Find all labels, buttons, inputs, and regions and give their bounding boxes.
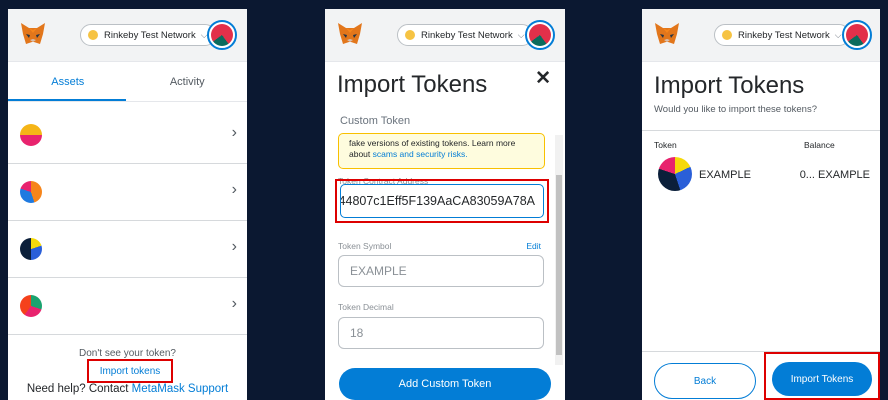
metamask-fox-icon xyxy=(338,23,362,44)
network-status-dot xyxy=(405,30,415,40)
account-avatar[interactable] xyxy=(842,20,872,50)
page-title: Import Tokens xyxy=(337,71,488,98)
token-icon-navy xyxy=(20,238,42,260)
page-title: Import Tokens xyxy=(654,72,805,99)
token-row[interactable]: › xyxy=(8,221,247,278)
scrollbar-thumb[interactable] xyxy=(556,175,562,355)
network-selector[interactable]: Rinkeby Test Network ⌵ xyxy=(397,24,533,46)
active-tab-indicator xyxy=(8,99,126,101)
dont-see-token-text: Don't see your token? xyxy=(79,348,176,359)
network-selector[interactable]: Rinkeby Test Network ⌵ xyxy=(80,24,216,46)
app-header: Rinkeby Test Network ⌵ xyxy=(8,9,247,62)
network-status-dot xyxy=(88,30,98,40)
address-highlight: i4544807c1Eff5F139AaCA83059A78A xyxy=(335,179,549,223)
chevron-right-icon: › xyxy=(231,181,237,198)
asset-tabs: Assets Activity xyxy=(8,62,247,102)
token-decimal-input[interactable]: 18 xyxy=(338,317,544,349)
symbol-label: Token Symbol xyxy=(338,241,392,251)
chevron-right-icon: › xyxy=(231,238,237,255)
metamask-fox-icon xyxy=(21,23,45,44)
import-tokens-link[interactable]: Import tokens xyxy=(87,359,173,383)
help-text: Need help? Contact MetaMask Support xyxy=(8,383,247,395)
metamask-support-link[interactable]: MetaMask Support xyxy=(132,383,229,395)
edit-symbol-link[interactable]: Edit xyxy=(526,241,541,251)
wallet-assets-panel: Rinkeby Test Network ⌵ Assets Activity ›… xyxy=(8,9,247,400)
network-status-dot xyxy=(722,30,732,40)
decimal-label: Token Decimal xyxy=(338,302,394,312)
confirm-import-panel: Rinkeby Test Network ⌵ Import Tokens Wou… xyxy=(642,9,880,400)
import-button-highlight: Import Tokens xyxy=(764,352,880,400)
network-label: Rinkeby Test Network xyxy=(104,29,196,41)
token-icon-orange xyxy=(20,181,42,203)
chevron-down-icon: ⌵ xyxy=(517,29,525,40)
account-avatar[interactable] xyxy=(207,20,237,50)
token-symbol-input[interactable]: EXAMPLE xyxy=(338,255,544,287)
scams-link[interactable]: scams and security risks. xyxy=(373,149,468,159)
token-balance: 0... EXAMPLE xyxy=(799,169,870,181)
network-selector[interactable]: Rinkeby Test Network ⌵ xyxy=(714,24,850,46)
token-name: EXAMPLE xyxy=(699,169,751,181)
confirm-subtitle: Would you like to import these tokens? xyxy=(654,104,817,115)
chevron-down-icon: ⌵ xyxy=(834,29,842,40)
token-contract-address-input[interactable]: i4544807c1Eff5F139AaCA83059A78A xyxy=(340,184,544,218)
token-icon-navy xyxy=(658,157,692,191)
divider xyxy=(642,130,880,131)
close-icon[interactable]: ✕ xyxy=(535,67,551,90)
add-custom-token-button[interactable]: Add Custom Token xyxy=(339,368,551,400)
token-row[interactable]: › xyxy=(8,107,247,164)
token-row[interactable]: › xyxy=(8,278,247,335)
chevron-right-icon: › xyxy=(231,295,237,312)
back-button[interactable]: Back xyxy=(654,363,756,399)
account-avatar[interactable] xyxy=(525,20,555,50)
chevron-right-icon: › xyxy=(231,124,237,141)
token-icon-red xyxy=(20,295,42,317)
tab-assets[interactable]: Assets xyxy=(8,62,128,101)
scrollbar[interactable] xyxy=(555,135,563,365)
scam-warning-banner: fake versions of existing tokens. Learn … xyxy=(338,133,545,169)
app-header: Rinkeby Test Network ⌵ xyxy=(642,9,880,62)
network-label: Rinkeby Test Network xyxy=(421,29,513,41)
import-custom-token-panel: Rinkeby Test Network ⌵ Import Tokens ✕ C… xyxy=(325,9,565,400)
app-header: Rinkeby Test Network ⌵ xyxy=(325,9,565,62)
custom-token-tab[interactable]: Custom Token xyxy=(340,115,410,127)
network-label: Rinkeby Test Network xyxy=(738,29,830,41)
tab-activity[interactable]: Activity xyxy=(128,62,248,101)
import-tokens-button[interactable]: Import Tokens xyxy=(772,362,872,396)
token-icon-pink xyxy=(20,124,42,146)
metamask-fox-icon xyxy=(655,23,679,44)
help-prefix: Need help? Contact xyxy=(26,383,132,395)
token-row[interactable]: › xyxy=(8,164,247,221)
column-header-token: Token xyxy=(654,140,677,150)
column-header-balance: Balance xyxy=(804,140,835,150)
